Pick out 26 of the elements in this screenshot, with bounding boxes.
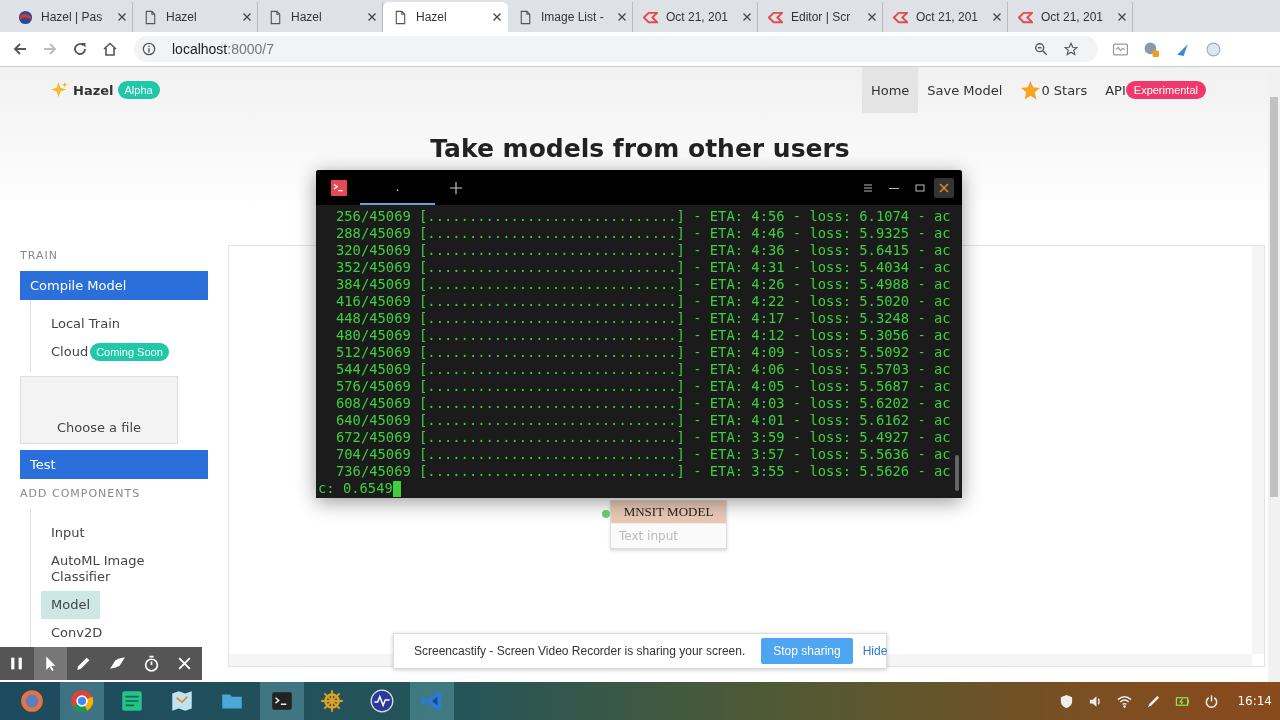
terminal-output-line: 416/45069 [..............................] - ETA: 4:22 - loss: 5.5020 - ac: [336, 293, 951, 310]
terminal-output-line: 288/45069 [..............................] - ETA: 4:46 - loss: 5.9325 - ac: [336, 225, 951, 242]
terminal-output-line: 480/45069 [..............................] - ETA: 4:12 - loss: 5.3056 - ac: [336, 327, 951, 344]
section-heading: TRAIN: [20, 249, 59, 264]
terminal-output-line: 736/45069 [..............................] - ETA: 3:55 - loss: 5.5626 - ac: [336, 463, 951, 480]
node-title: MNSIT MODEL: [611, 501, 726, 523]
terminal-output-line: 384/45069 [..............................] - ETA: 4:26 - loss: 5.4988 - ac: [336, 276, 951, 293]
terminal-output-line: 544/45069 [..............................] - ETA: 4:06 - loss: 5.5703 - ac: [336, 361, 951, 378]
terminal-output-line: 352/45069 [..............................] - ETA: 4:31 - loss: 5.4034 - ac: [336, 259, 951, 276]
section-heading: ADD COMPONENTS: [20, 487, 142, 502]
page-heading: Take models from other users: [429, 133, 851, 165]
terminal-output-line: 512/45069 [..............................] - ETA: 4:09 - loss: 5.5092 - ac: [336, 344, 951, 361]
alpha-badge: Alpha: [117, 81, 160, 99]
terminal-output-line: 608/45069 [..............................] - ETA: 4:03 - loss: 5.6202 - ac: [336, 395, 951, 412]
terminal-output-line: 576/45069 [..............................] - ETA: 4:05 - loss: 5.5687 - ac: [336, 378, 951, 395]
clock: 16:14: [1237, 694, 1272, 708]
coming-soon-badge: Coming Soon: [90, 343, 169, 361]
sharing-message: Screencastify - Screen Video Recorder is sharing your screen.: [414, 644, 746, 658]
terminal-output-line: 672/45069 [..............................] - ETA: 3:59 - loss: 5.4927 - ac: [336, 429, 951, 446]
terminal-output-line: c: 0.6549: [318, 480, 393, 497]
terminal-output-line: 256/45069 [..............................] - ETA: 4:56 - loss: 6.1074 - ac: [336, 208, 951, 225]
terminal-output-line: 704/45069 [..............................] - ETA: 3:57 - loss: 5.5636 - ac: [336, 446, 951, 463]
experimental-badge: Experimental: [1125, 81, 1206, 99]
terminal-output-line: 640/45069 [..............................] - ETA: 4:01 - loss: 5.6162 - ac: [336, 412, 951, 429]
terminal-output-line: 320/45069 [..............................] - ETA: 4:36 - loss: 5.6415 - ac: [336, 242, 951, 259]
terminal-output-line: 448/45069 [..............................] - ETA: 4:17 - loss: 5.3248 - ac: [336, 310, 951, 327]
